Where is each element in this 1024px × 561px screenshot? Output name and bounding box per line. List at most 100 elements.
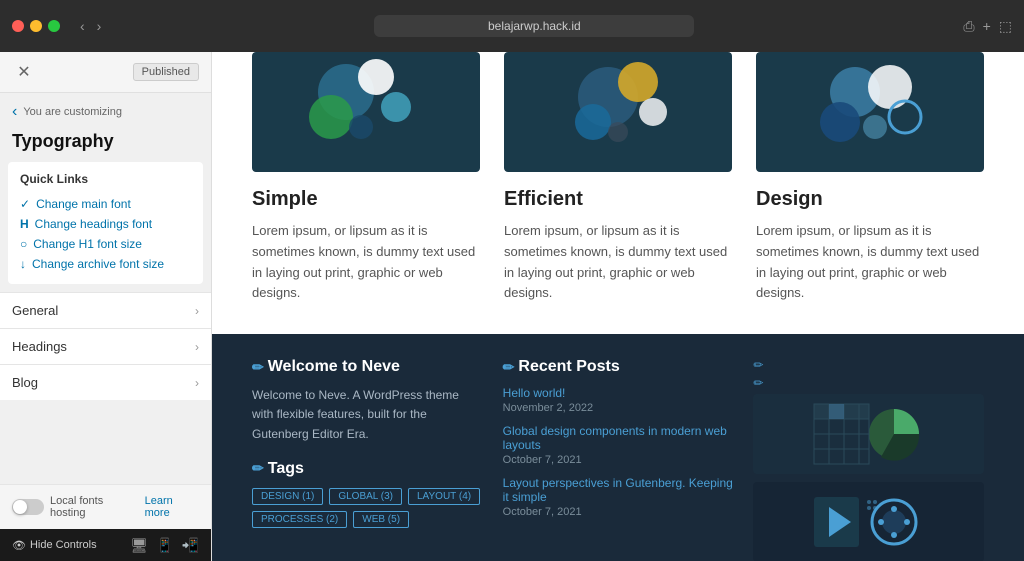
- card-design: Design Lorem ipsum, or lipsum as it is s…: [756, 52, 984, 304]
- general-label: General: [12, 303, 58, 318]
- toggle-knob: [13, 500, 27, 514]
- address-bar-wrapper: belajarwp.hack.id: [113, 15, 955, 37]
- panel-section-blog[interactable]: Blog ›: [0, 364, 211, 400]
- welcome-widget-icon: ✏: [252, 359, 264, 376]
- blog-arrow-icon: ›: [195, 376, 199, 390]
- browser-chrome: ‹ › belajarwp.hack.id ⎙ + ⬚: [0, 0, 1024, 52]
- local-fonts-toggle[interactable]: [12, 499, 44, 515]
- footer-images: [753, 394, 984, 561]
- welcome-title-text: Welcome to Neve: [268, 358, 400, 376]
- panel-header: ✕ Published: [0, 52, 211, 93]
- recent-post-1: Hello world! November 2, 2022: [503, 386, 734, 414]
- recent-post-3: Layout perspectives in Gutenberg. Keepin…: [503, 476, 734, 518]
- maximize-traffic-light[interactable]: [48, 20, 60, 32]
- headings-font-icon: H: [20, 217, 29, 231]
- images-widget-icon-1: ✏: [753, 358, 984, 372]
- archive-size-label: Change archive font size: [32, 257, 164, 271]
- minimize-traffic-light[interactable]: [30, 20, 42, 32]
- mobile-view-button[interactable]: 📲: [182, 537, 199, 554]
- hide-controls-bar: 👁 Hide Controls 🖥 📱 📲: [0, 529, 211, 561]
- tag-layout[interactable]: LAYOUT (4): [408, 488, 480, 505]
- hide-controls-label: Hide Controls: [30, 539, 97, 551]
- cards-section: Simple Lorem ipsum, or lipsum as it is s…: [212, 52, 1024, 334]
- local-fonts-row: Local fonts hosting Learn more: [0, 484, 211, 529]
- tablet-view-button[interactable]: 📱: [156, 537, 173, 554]
- archive-size-icon: ↓: [20, 257, 26, 271]
- panel-title: Typography: [0, 131, 211, 162]
- general-arrow-icon: ›: [195, 304, 199, 318]
- card-efficient-text: Lorem ipsum, or lipsum as it is sometime…: [504, 221, 732, 304]
- panel-section-headings[interactable]: Headings ›: [0, 328, 211, 364]
- sidebar-icon[interactable]: ⬚: [999, 18, 1012, 35]
- quick-links-section: Quick Links ✓ Change main font H Change …: [8, 162, 203, 284]
- h1-size-label: Change H1 font size: [33, 237, 142, 251]
- panel-breadcrumb: You are customizing: [23, 106, 122, 118]
- local-fonts-label: Local fonts hosting: [50, 495, 139, 519]
- quick-link-archive-size[interactable]: ↓ Change archive font size: [20, 254, 191, 274]
- browser-actions: ⎙ + ⬚: [963, 18, 1012, 35]
- card-simple-title: Simple: [252, 188, 480, 211]
- footer-welcome-col: ✏ Welcome to Neve Welcome to Neve. A Wor…: [252, 358, 483, 561]
- card-simple: Simple Lorem ipsum, or lipsum as it is s…: [252, 52, 480, 304]
- tag-design[interactable]: DESIGN (1): [252, 488, 323, 505]
- card-design-image: [756, 52, 984, 172]
- tags-title-text: Tags: [268, 460, 304, 478]
- learn-more-link[interactable]: Learn more: [145, 495, 199, 519]
- recent-post-1-title[interactable]: Hello world!: [503, 386, 734, 400]
- footer-image-1: [753, 394, 984, 474]
- main-font-icon: ✓: [20, 197, 30, 211]
- footer-image-2: [753, 482, 984, 561]
- eye-icon: 👁: [12, 539, 26, 552]
- recent-posts-title-text: Recent Posts: [518, 358, 619, 376]
- hide-controls-button[interactable]: 👁 Hide Controls: [12, 539, 97, 552]
- headings-arrow-icon: ›: [195, 340, 199, 354]
- footer-section: ✏ Welcome to Neve Welcome to Neve. A Wor…: [212, 334, 1024, 561]
- panel-close-button[interactable]: ✕: [12, 60, 36, 84]
- recent-post-2-date: October 7, 2021: [503, 454, 734, 466]
- left-panel: ✕ Published ‹ You are customizing Typogr…: [0, 52, 212, 561]
- new-tab-icon[interactable]: +: [983, 18, 991, 34]
- address-bar[interactable]: belajarwp.hack.id: [374, 15, 694, 37]
- main-font-label: Change main font: [36, 197, 131, 211]
- recent-post-3-date: October 7, 2021: [503, 506, 734, 518]
- recent-posts-widget-title: ✏ Recent Posts: [503, 358, 734, 376]
- h1-size-icon: ○: [20, 237, 27, 251]
- footer-grid: ✏ Welcome to Neve Welcome to Neve. A Wor…: [252, 358, 984, 561]
- card-efficient-image: [504, 52, 732, 172]
- traffic-lights: [12, 20, 60, 32]
- tag-processes[interactable]: PROCESSES (2): [252, 511, 347, 528]
- blog-label: Blog: [12, 375, 38, 390]
- quick-link-headings-font[interactable]: H Change headings font: [20, 214, 191, 234]
- tags-widget-title: ✏ Tags: [252, 460, 483, 478]
- card-efficient-title: Efficient: [504, 188, 732, 211]
- quick-link-main-font[interactable]: ✓ Change main font: [20, 194, 191, 214]
- forward-button[interactable]: ›: [93, 16, 106, 36]
- tag-global[interactable]: GLOBAL (3): [329, 488, 402, 505]
- recent-post-1-date: November 2, 2022: [503, 402, 734, 414]
- card-simple-image: [252, 52, 480, 172]
- panel-back-button[interactable]: ‹: [12, 103, 17, 121]
- desktop-view-button[interactable]: 🖥: [130, 537, 148, 554]
- tags-grid: DESIGN (1) GLOBAL (3) LAYOUT (4) PROCESS…: [252, 488, 483, 528]
- share-icon[interactable]: ⎙: [963, 18, 974, 35]
- browser-nav-buttons: ‹ ›: [76, 16, 105, 36]
- recent-post-2-title[interactable]: Global design components in modern web l…: [503, 424, 734, 452]
- card-design-title: Design: [756, 188, 984, 211]
- close-traffic-light[interactable]: [12, 20, 24, 32]
- footer-posts-col: ✏ Recent Posts Hello world! November 2, …: [503, 358, 734, 561]
- recent-post-3-title[interactable]: Layout perspectives in Gutenberg. Keepin…: [503, 476, 734, 504]
- headings-font-label: Change headings font: [35, 217, 152, 231]
- card-simple-text: Lorem ipsum, or lipsum as it is sometime…: [252, 221, 480, 304]
- content-area: Simple Lorem ipsum, or lipsum as it is s…: [212, 52, 1024, 561]
- quick-link-h1-size[interactable]: ○ Change H1 font size: [20, 234, 191, 254]
- recent-posts-widget-icon: ✏: [503, 359, 515, 376]
- welcome-text: Welcome to Neve. A WordPress theme with …: [252, 386, 483, 444]
- footer-images-col: ✏ ✏: [753, 358, 984, 561]
- panel-section-general[interactable]: General ›: [0, 292, 211, 328]
- headings-label: Headings: [12, 339, 67, 354]
- back-button[interactable]: ‹: [76, 16, 89, 36]
- card-efficient: Efficient Lorem ipsum, or lipsum as it i…: [504, 52, 732, 304]
- quick-links-title: Quick Links: [20, 172, 191, 186]
- tag-web[interactable]: WEB (5): [353, 511, 409, 528]
- view-icons: 🖥 📱 📲: [130, 537, 199, 554]
